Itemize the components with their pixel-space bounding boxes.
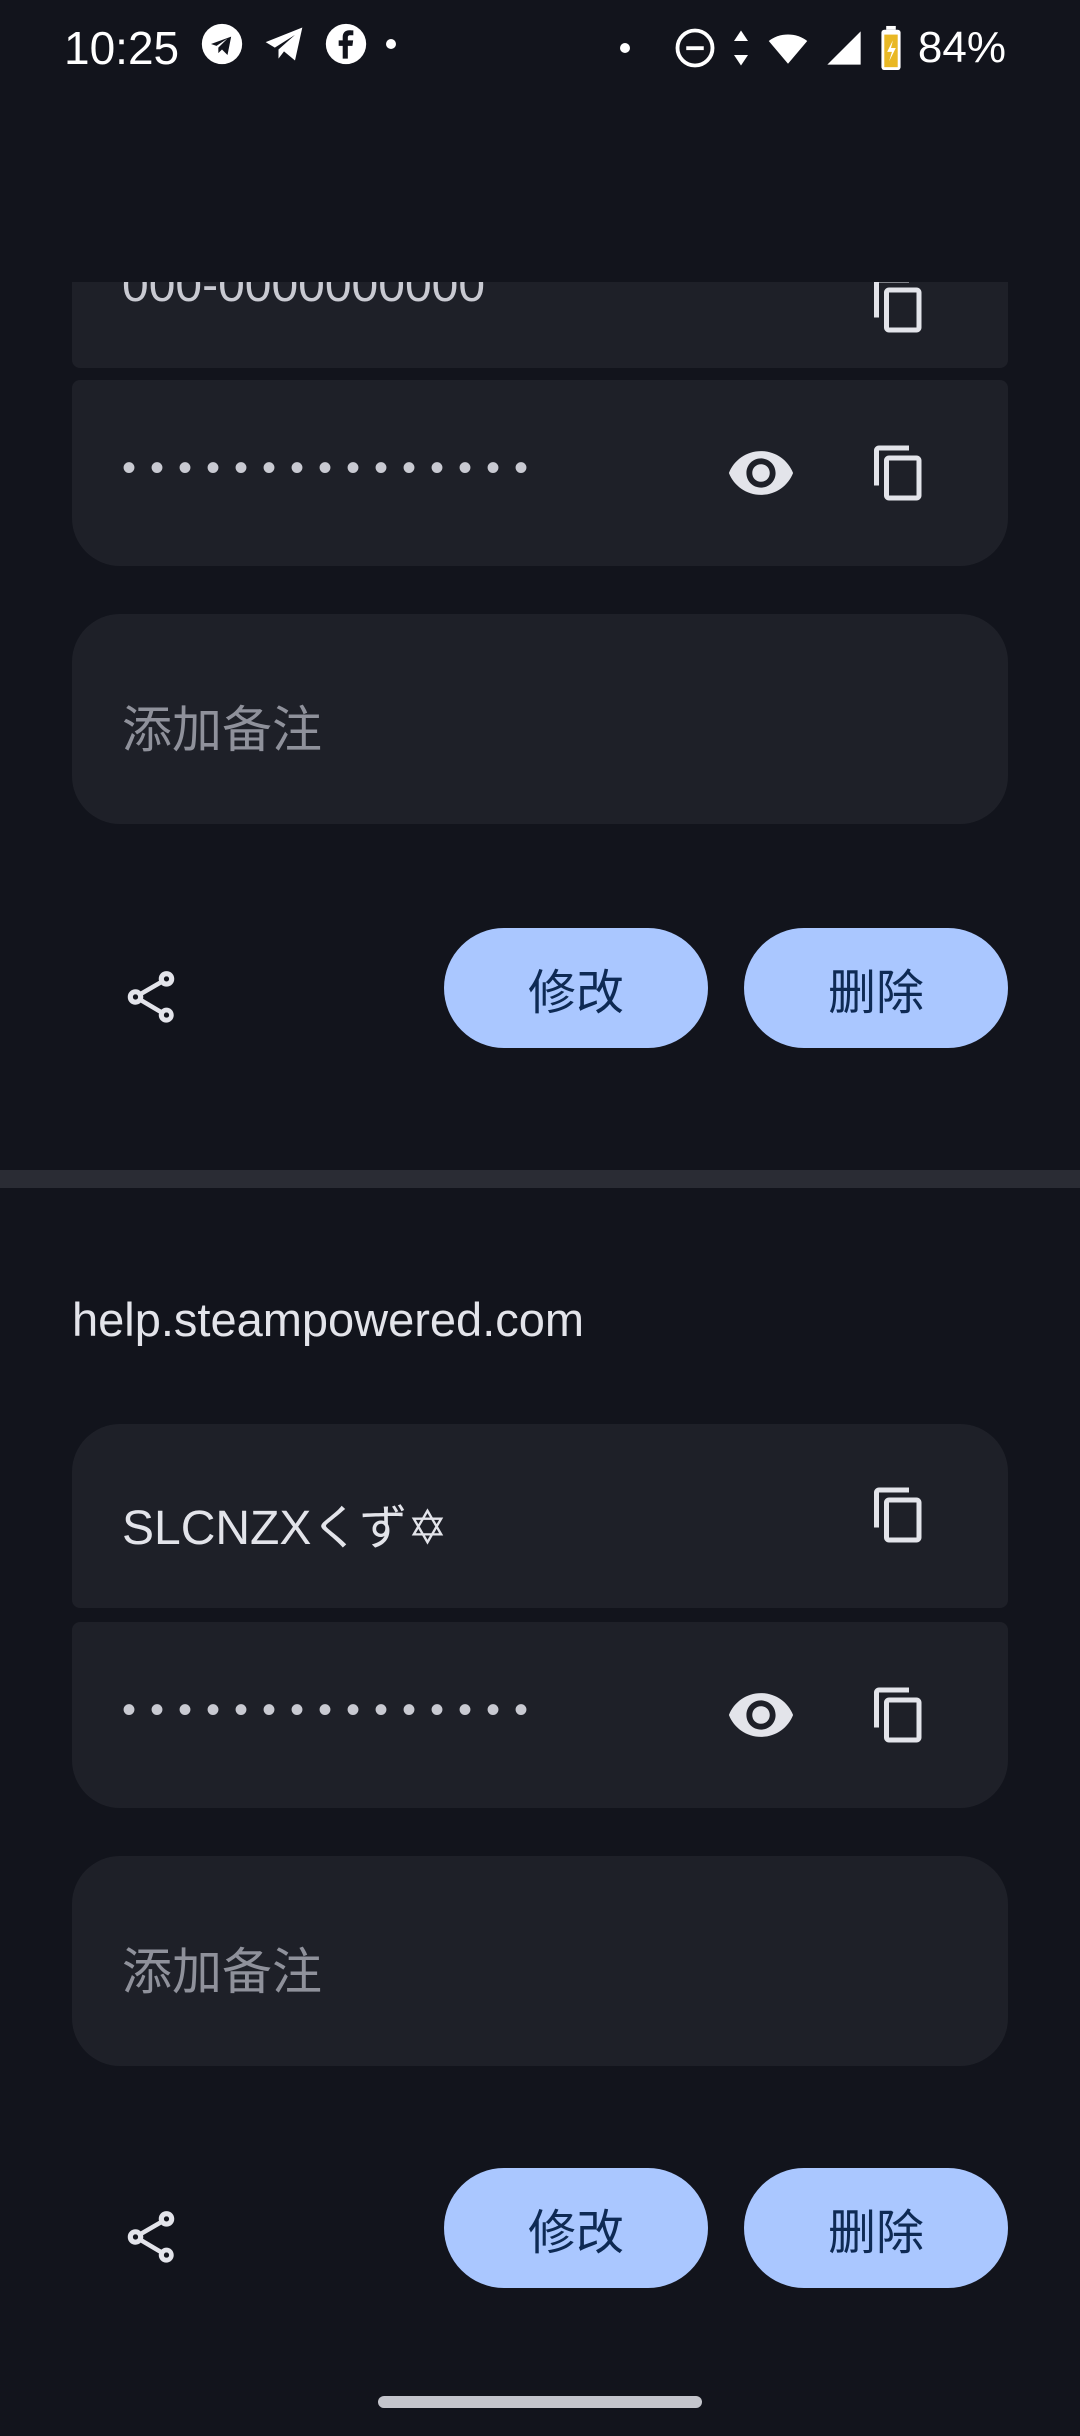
status-time: 10:25 bbox=[64, 22, 180, 74]
copy-icon bbox=[874, 445, 922, 501]
delete-button-entry-1[interactable]: 删除 bbox=[744, 928, 1008, 1048]
data-arrows-icon bbox=[733, 30, 748, 66]
back-button[interactable] bbox=[44, 148, 124, 228]
eye-icon bbox=[728, 1693, 794, 1737]
note-field-entry-2[interactable]: 添加备注 bbox=[72, 1856, 1008, 2066]
share-button-entry-1[interactable] bbox=[106, 952, 196, 1042]
copy-icon bbox=[874, 1487, 922, 1543]
site-domain: help.steampowered.com bbox=[72, 1293, 585, 1346]
copy-password-button[interactable] bbox=[854, 1670, 944, 1760]
gesture-navigation-bar[interactable] bbox=[378, 2396, 702, 2408]
status-dot bbox=[619, 43, 630, 53]
facebook-icon bbox=[325, 23, 367, 65]
password-field-entry-1[interactable]: ••••••••••••••• bbox=[72, 380, 1008, 566]
system-icons: 84% bbox=[619, 20, 1006, 76]
delete-button-entry-2[interactable]: 删除 bbox=[744, 2168, 1008, 2288]
arrow-left-icon bbox=[66, 170, 102, 206]
password-mask: ••••••••••••••• bbox=[122, 1688, 543, 1732]
app-bar bbox=[0, 96, 1080, 282]
status-bar: 10:25 84% bbox=[0, 0, 1080, 96]
section-divider bbox=[0, 1170, 1080, 1188]
battery-icon bbox=[881, 25, 901, 71]
copy-password-button[interactable] bbox=[854, 428, 944, 518]
password-mask: ••••••••••••••• bbox=[122, 446, 543, 490]
edit-button-entry-2[interactable]: 修改 bbox=[444, 2168, 708, 2288]
username-text: SLCNZXくず✡ bbox=[122, 1502, 448, 1555]
notification-icons bbox=[200, 22, 396, 66]
username-field-entry-2[interactable]: SLCNZXくず✡ bbox=[72, 1424, 1008, 1608]
copy-username-button[interactable] bbox=[854, 1470, 944, 1560]
note-field-entry-1[interactable]: 添加备注 bbox=[72, 614, 1008, 824]
dnd-icon bbox=[675, 28, 715, 68]
show-password-button[interactable] bbox=[716, 428, 806, 518]
share-button-entry-2[interactable] bbox=[106, 2192, 196, 2282]
copy-icon bbox=[874, 1687, 922, 1743]
signal-icon bbox=[827, 31, 861, 65]
password-field-entry-2[interactable]: ••••••••••••••• bbox=[72, 1622, 1008, 1808]
telegram-icon bbox=[201, 23, 243, 65]
note-placeholder: 添加备注 bbox=[122, 1944, 322, 2000]
notification-dot bbox=[386, 39, 396, 49]
telegram-send-icon bbox=[265, 27, 303, 61]
eye-icon bbox=[728, 451, 794, 495]
share-icon bbox=[127, 971, 175, 1023]
note-placeholder: 添加备注 bbox=[122, 702, 322, 758]
share-icon bbox=[127, 2211, 175, 2263]
show-password-button[interactable] bbox=[716, 1670, 806, 1760]
wifi-icon bbox=[768, 34, 808, 64]
edit-button-entry-1[interactable]: 修改 bbox=[444, 928, 708, 1048]
battery-percent: 84% bbox=[917, 23, 1006, 72]
copy-icon bbox=[874, 277, 922, 333]
